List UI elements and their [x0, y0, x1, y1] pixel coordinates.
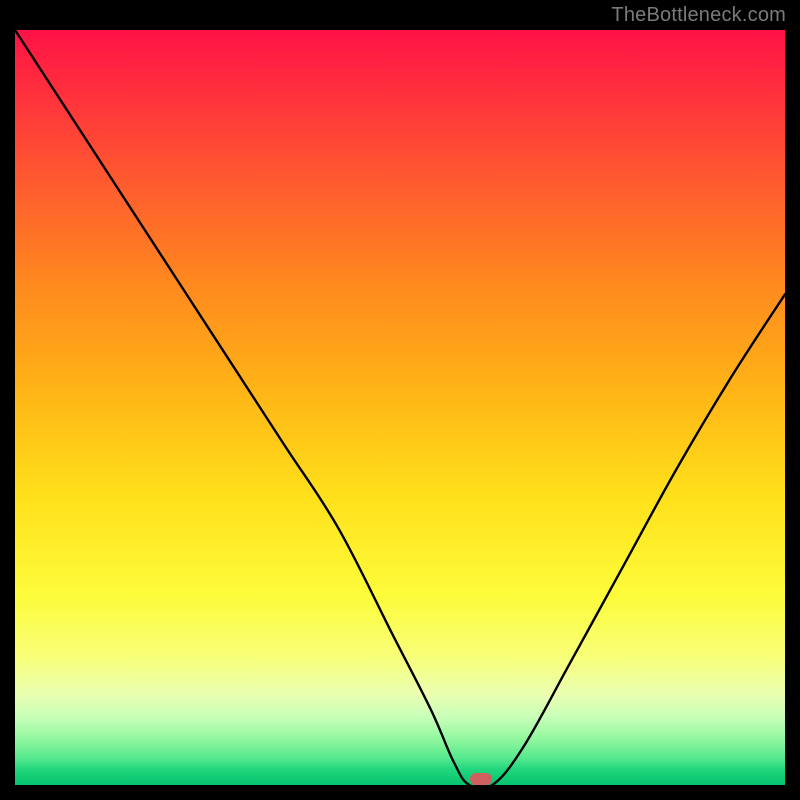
- watermark-text: TheBottleneck.com: [611, 4, 786, 27]
- chart-frame: TheBottleneck.com: [0, 0, 800, 800]
- bottleneck-curve: [15, 30, 785, 785]
- optimal-point-marker: [470, 773, 492, 785]
- plot-area: [15, 30, 785, 785]
